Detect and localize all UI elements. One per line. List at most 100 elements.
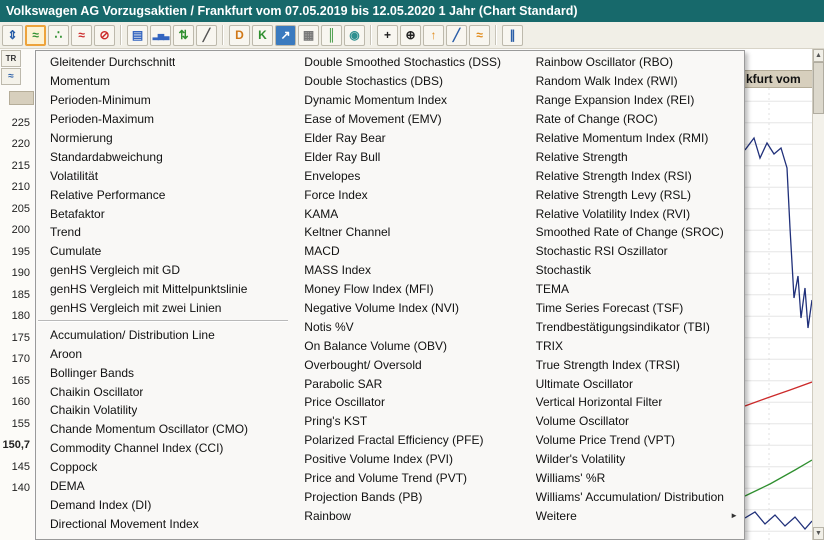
menu-item[interactable]: Aroon [36, 344, 290, 363]
candle-period-icon[interactable]: K [252, 25, 273, 46]
menu-item[interactable]: True Strength Index (TRSI) [522, 355, 744, 374]
mini-chart-tool-button[interactable]: ≈ [1, 68, 21, 85]
trend-line-icon[interactable]: ≈ [71, 25, 92, 46]
menu-item[interactable]: Relative Strength Index (RSI) [522, 166, 744, 185]
up-arrow-icon[interactable]: ↑ [423, 25, 444, 46]
menu-item[interactable]: Relative Strength Levy (RSL) [522, 185, 744, 204]
menu-item[interactable]: Elder Ray Bull [290, 147, 521, 166]
menu-item[interactable]: Rainbow [290, 506, 521, 525]
menu-item[interactable]: Perioden-Maximum [36, 110, 290, 129]
menu-item[interactable]: TRIX [522, 336, 744, 355]
menu-item[interactable]: Notis %V [290, 317, 521, 336]
menu-item[interactable]: Parabolic SAR [290, 374, 521, 393]
menu-item[interactable]: Perioden-Minimum [36, 91, 290, 110]
menu-item[interactable]: Accumulation/ Distribution Line [36, 325, 290, 344]
menu-item[interactable]: Double Stochastics (DBS) [290, 72, 521, 91]
menu-item[interactable]: Ease of Movement (EMV) [290, 110, 521, 129]
menu-item[interactable]: Relative Performance [36, 185, 290, 204]
menu-item[interactable]: Rainbow Oscillator (RBO) [522, 53, 744, 72]
menu-item[interactable]: Betafaktor [36, 204, 290, 223]
menu-item[interactable]: Chande Momentum Oscillator (CMO) [36, 420, 290, 439]
crosshair-icon[interactable]: ⊕ [400, 25, 421, 46]
menu-item[interactable]: Vertical Horizontal Filter [522, 393, 744, 412]
scroll-up-button[interactable]: ▲ [813, 49, 824, 62]
menu-item[interactable]: Demand Index (DI) [36, 495, 290, 514]
menu-item[interactable]: Coppock [36, 458, 290, 477]
menu-item[interactable]: Force Index [290, 185, 521, 204]
scatter-icon[interactable]: ∴ [48, 25, 69, 46]
menu-item[interactable]: Projection Bands (PB) [290, 487, 521, 506]
menu-item[interactable]: Double Smoothed Stochastics (DSS) [290, 53, 521, 72]
menu-item[interactable]: Standardabweichung [36, 147, 290, 166]
menu-item[interactable]: Price Oscillator [290, 393, 521, 412]
menu-item[interactable]: Chaikin Volatility [36, 401, 290, 420]
add-cross-icon[interactable]: + [377, 25, 398, 46]
menu-item[interactable]: Williams' %R [522, 469, 744, 488]
menu-item[interactable]: genHS Vergleich mit GD [36, 261, 290, 280]
menu-item[interactable]: TEMA [522, 280, 744, 299]
menu-item[interactable]: Trendbestätigungsindikator (TBI) [522, 317, 744, 336]
menu-item[interactable]: Wilder's Volatility [522, 450, 744, 469]
menu-item[interactable]: Momentum [36, 72, 290, 91]
menu-item[interactable]: KAMA [290, 204, 521, 223]
chart-window-icon[interactable]: ▤ [127, 25, 148, 46]
menu-item[interactable]: Relative Momentum Index (RMI) [522, 129, 744, 148]
menu-item[interactable]: Williams' Accumulation/ Distribution [522, 487, 744, 506]
scroll-down-button[interactable]: ▼ [813, 527, 824, 540]
grid-icon[interactable]: ▦ [298, 25, 319, 46]
menu-item[interactable]: Random Walk Index (RWI) [522, 72, 744, 91]
candlestick-icon[interactable]: ║ [321, 25, 342, 46]
scroll-thumb[interactable] [813, 62, 824, 114]
menu-item[interactable]: Volume Price Trend (VPT) [522, 431, 744, 450]
menu-item[interactable]: Smoothed Rate of Change (SROC) [522, 223, 744, 242]
menu-item[interactable]: Time Series Forecast (TSF) [522, 299, 744, 318]
menu-item[interactable]: Negative Volume Index (NVI) [290, 299, 521, 318]
menu-item[interactable]: Dynamic Momentum Index [290, 91, 521, 110]
menu-item[interactable]: Trend [36, 223, 290, 242]
pointer-arrows-icon[interactable]: ⇕ [2, 25, 23, 46]
menu-item[interactable]: Elder Ray Bear [290, 129, 521, 148]
menu-item[interactable]: Relative Volatility Index (RVI) [522, 204, 744, 223]
compass-icon[interactable]: ◉ [344, 25, 365, 46]
menu-item[interactable]: Stochastik [522, 261, 744, 280]
menu-item[interactable]: Overbought/ Oversold [290, 355, 521, 374]
edit-curve-icon[interactable]: ╱ [196, 25, 217, 46]
menu-item[interactable]: MACD [290, 242, 521, 261]
menu-item[interactable]: Money Flow Index (MFI) [290, 280, 521, 299]
menu-item[interactable]: Commodity Channel Index (CCI) [36, 439, 290, 458]
menu-item[interactable]: Ultimate Oscillator [522, 374, 744, 393]
menu-item[interactable]: On Balance Volume (OBV) [290, 336, 521, 355]
menu-item[interactable]: genHS Vergleich mit Mittelpunktslinie [36, 280, 290, 299]
menu-item[interactable]: Bollinger Bands [36, 363, 290, 382]
remove-indicator-icon[interactable]: ⊘ [94, 25, 115, 46]
menu-item[interactable]: Chaikin Oscillator [36, 382, 290, 401]
menu-item[interactable]: Keltner Channel [290, 223, 521, 242]
vertical-scrollbar[interactable]: ▲ ▼ [812, 49, 824, 540]
zigzag-icon[interactable]: ≈ [469, 25, 490, 46]
menu-item[interactable]: Volume Oscillator [522, 412, 744, 431]
menu-item[interactable]: Price and Volume Trend (PVT) [290, 469, 521, 488]
menu-item[interactable]: Envelopes [290, 166, 521, 185]
period-day-icon[interactable]: D [229, 25, 250, 46]
menu-item[interactable]: Relative Strength [522, 147, 744, 166]
indicators-menu-icon[interactable]: ≈ [25, 25, 46, 46]
menu-item[interactable]: Directional Movement Index [36, 514, 290, 533]
menu-item[interactable]: Stochastic RSI Oszillator [522, 242, 744, 261]
parallel-lines-icon[interactable]: ∥ [502, 25, 523, 46]
menu-item[interactable]: Cumulate [36, 242, 290, 261]
menu-item[interactable]: Polarized Fractal Efficiency (PFE) [290, 431, 521, 450]
menu-item[interactable]: Normierung [36, 129, 290, 148]
menu-item[interactable]: Volatilität [36, 166, 290, 185]
menu-item[interactable]: Pring's KST [290, 412, 521, 431]
menu-item[interactable]: DEMA [36, 477, 290, 496]
menu-item[interactable]: Positive Volume Index (PVI) [290, 450, 521, 469]
histogram-icon[interactable]: ▂▅▃ [150, 25, 171, 46]
arrows-updown-icon[interactable]: ⇅ [173, 25, 194, 46]
tr-tool-button[interactable]: TR [1, 50, 21, 67]
menu-item[interactable]: Rate of Change (ROC) [522, 110, 744, 129]
pencil-icon[interactable]: ╱ [446, 25, 467, 46]
menu-item[interactable]: Range Expansion Index (REI) [522, 91, 744, 110]
line-chart-mode-icon[interactable]: ↗ [275, 25, 296, 46]
menu-item[interactable]: Weitere► [522, 506, 744, 525]
menu-item[interactable]: Gleitender Durchschnitt [36, 53, 290, 72]
